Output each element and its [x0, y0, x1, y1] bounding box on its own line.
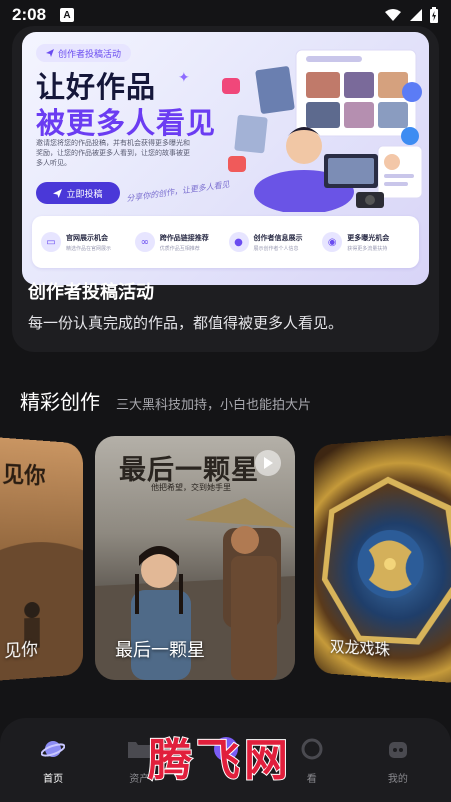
notification-icon: A	[60, 8, 75, 22]
send-icon	[46, 49, 54, 57]
creator-illustration	[222, 49, 423, 212]
feature-sub: 展示创作者个人信息	[253, 245, 299, 252]
feature-title: 更多曝光机会	[347, 233, 390, 242]
watch-icon	[299, 736, 325, 762]
feature-title: 官网展示机会	[66, 233, 108, 242]
planet-icon	[40, 736, 66, 762]
monitor-icon: ▭	[41, 232, 61, 252]
banner-headline-2: 被更多人看见	[36, 106, 217, 140]
feature-strip: ▭ 官网展示机会 精选作品在官网展示 ∞ 跨作品链接推荐 优质作品互相推荐 ● …	[32, 216, 419, 268]
nav-label: 看	[306, 774, 317, 785]
card-title: 创作者投稿活动	[28, 282, 154, 303]
nav-label: 资产	[129, 774, 150, 785]
battery-icon	[430, 7, 438, 23]
carousel-card-title: 双龙戏珠	[330, 637, 390, 660]
card-description: 每一份认真完成的作品，都值得被更多人看见。	[28, 314, 344, 332]
feature-sub: 精选作品在官网展示	[66, 245, 112, 252]
cover-corner-text: 见你	[2, 462, 46, 490]
nav-label: 首页	[43, 774, 64, 785]
status-icons	[384, 7, 439, 23]
carousel-card-title: 最后一颗星	[115, 640, 205, 661]
campaign-banner[interactable]: 创作者投稿活动 让好作品 ✦ 被更多人看见 邀请您将您的作品投稿，并有机会获得更…	[22, 32, 429, 285]
link-icon: ∞	[134, 232, 155, 252]
submit-button-label: 立即投稿	[66, 189, 103, 200]
carousel-card-title: 见你	[4, 639, 38, 662]
section-title: 精彩创作	[20, 390, 100, 414]
send-icon	[53, 188, 63, 198]
nav-profile[interactable]: 我的	[355, 736, 441, 802]
feature-item: ◉ 更多曝光机会 获得更多流量扶持	[319, 232, 413, 252]
status-time: 2:08	[12, 5, 47, 24]
site-watermark: 腾飞网	[147, 734, 292, 787]
nav-label: 我的	[387, 774, 408, 785]
featured-carousel[interactable]: 见你 见你 最后一颗星 他把希望，交到她手里 最后一颗星 双龙戏珠	[0, 428, 451, 688]
submit-button[interactable]: 立即投稿	[36, 182, 120, 204]
section-subtitle: 三大黑科技加持，小白也能拍大片	[116, 398, 312, 413]
feature-sub: 获得更多流量扶持	[347, 245, 388, 252]
sparkle-icon: ✦	[178, 70, 190, 86]
robot-icon	[385, 736, 411, 762]
feature-title: 跨作品链接推荐	[159, 233, 209, 242]
eye-icon: ◉	[322, 232, 343, 252]
campaign-pill: 创作者投稿活动	[36, 44, 132, 62]
feature-item: ∞ 跨作品链接推荐 优质作品互相推荐	[132, 232, 226, 252]
play-icon	[264, 457, 273, 469]
feature-item: ● 创作者信息展示 展示创作者个人信息	[226, 232, 320, 252]
creator-campaign-card[interactable]: 创作者投稿活动 让好作品 ✦ 被更多人看见 邀请您将您的作品投稿，并有机会获得更…	[12, 26, 439, 352]
cover-calligraphy-sub: 他把希望，交到她手里	[151, 483, 231, 492]
feature-sub: 优质作品互相推荐	[159, 245, 200, 252]
feature-item: ▭ 官网展示机会 精选作品在官网展示	[38, 232, 132, 252]
carousel-card[interactable]: 最后一颗星 他把希望，交到她手里 最后一颗星	[95, 436, 295, 680]
carousel-card[interactable]: 见你 见你	[0, 436, 83, 682]
campaign-pill-label: 创作者投稿活动	[58, 49, 122, 60]
user-icon: ●	[228, 232, 249, 252]
signal-icon	[410, 9, 422, 21]
nav-home[interactable]: 首页	[10, 736, 96, 802]
banner-description: 邀请您将您的作品投稿，并有机会获得更多曝光和奖励，让您的作品被更多人看到，让您的…	[36, 139, 190, 167]
wifi-icon	[385, 9, 401, 21]
play-button[interactable]	[255, 450, 281, 476]
carousel-card[interactable]: 双龙戏珠	[313, 433, 451, 685]
feature-title: 创作者信息展示	[253, 233, 303, 242]
